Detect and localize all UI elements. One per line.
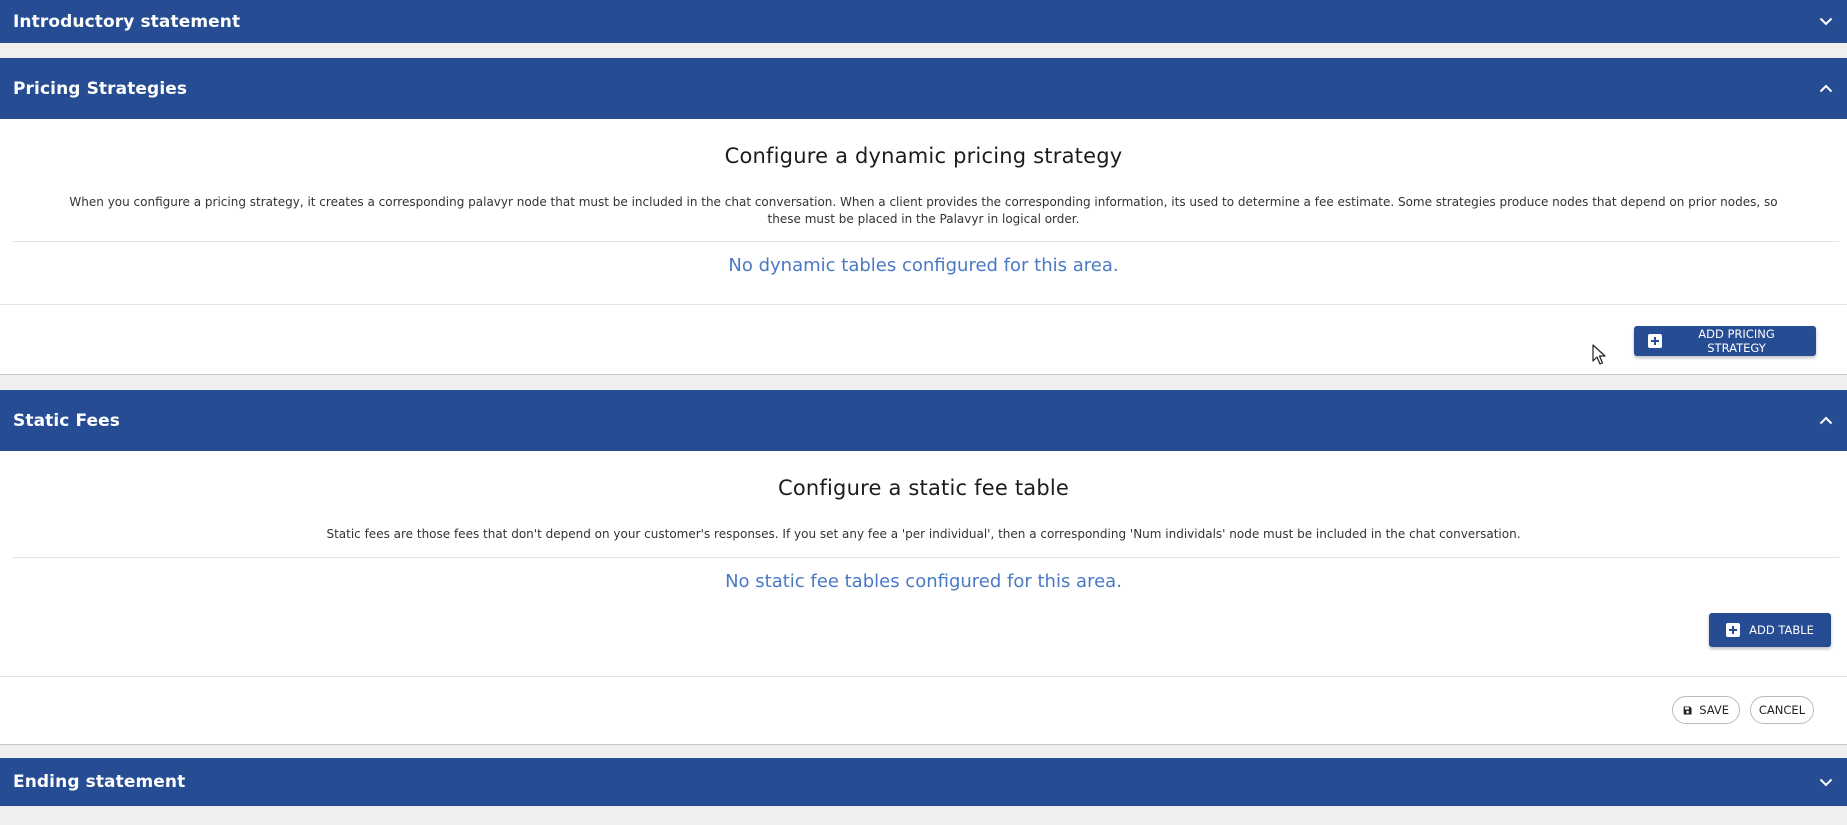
divider — [13, 557, 1839, 558]
cancel-button[interactable]: CANCEL — [1750, 696, 1814, 724]
divider — [13, 241, 1839, 242]
divider — [0, 304, 1847, 305]
add-pricing-strategy-label: ADD PRICING STRATEGY — [1698, 327, 1775, 355]
static-empty-message: No static fee tables configured for this… — [725, 571, 1122, 592]
section-header-pricing-strategies[interactable]: Pricing Strategies — [0, 58, 1847, 119]
pricing-description: When you configure a pricing strategy, i… — [69, 195, 1778, 226]
section-header-static-fees[interactable]: Static Fees — [0, 390, 1847, 451]
static-description: Static fees are those fees that don't de… — [326, 527, 1521, 541]
chevron-down-icon[interactable] — [1818, 14, 1834, 30]
section-title: Ending statement — [13, 772, 186, 792]
chevron-up-icon[interactable] — [1818, 81, 1834, 97]
pricing-empty-message: No dynamic tables configured for this ar… — [728, 255, 1119, 276]
section-title: Static Fees — [13, 410, 120, 431]
add-table-button[interactable]: ADD TABLE — [1709, 613, 1831, 647]
section-title: Pricing Strategies — [13, 78, 188, 99]
plus-square-icon — [1726, 623, 1741, 637]
save-button[interactable]: SAVE — [1672, 696, 1740, 724]
add-pricing-strategy-button[interactable]: ADD PRICING STRATEGY — [1634, 326, 1816, 356]
floppy-disk-icon — [1683, 706, 1692, 714]
pricing-strategies-panel: Configure a dynamic pricing strategy Whe… — [0, 119, 1847, 375]
section-title: Introductory statement — [13, 11, 241, 32]
chevron-up-icon[interactable] — [1818, 413, 1834, 429]
divider — [0, 676, 1847, 677]
section-header-ending-statement[interactable]: Ending statement — [0, 758, 1847, 806]
plus-square-icon — [1648, 334, 1662, 348]
add-table-label: ADD TABLE — [1749, 623, 1814, 637]
pricing-heading: Configure a dynamic pricing strategy — [724, 144, 1123, 168]
static-fees-panel: Configure a static fee table Static fees… — [0, 451, 1847, 745]
chevron-down-icon[interactable] — [1818, 774, 1834, 790]
save-label: SAVE — [1699, 703, 1729, 717]
section-header-introductory-statement[interactable]: Introductory statement — [0, 0, 1847, 43]
static-heading: Configure a static fee table — [777, 476, 1070, 500]
cancel-label: CANCEL — [1758, 703, 1806, 717]
mouse-pointer-icon — [1592, 344, 1606, 365]
